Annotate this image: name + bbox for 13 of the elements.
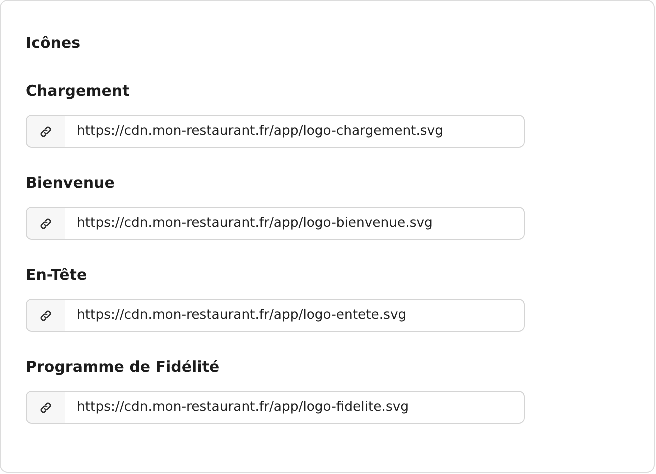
url-field[interactable]: https://cdn.mon-restaurant.fr/app/logo-entete.svg bbox=[26, 299, 525, 332]
url-field[interactable]: https://cdn.mon-restaurant.fr/app/logo-fidelite.svg bbox=[26, 391, 525, 424]
link-icon bbox=[40, 402, 52, 414]
link-icon bbox=[40, 218, 52, 230]
field-label: Bienvenue bbox=[26, 173, 116, 194]
field-label: Programme de Fidélité bbox=[26, 357, 221, 378]
link-icon bbox=[40, 310, 52, 322]
section-title: Icônes bbox=[26, 33, 82, 54]
field-label: Chargement bbox=[26, 81, 131, 102]
url-field[interactable]: https://cdn.mon-restaurant.fr/app/logo-chargement.svg bbox=[26, 115, 525, 148]
field-label: En-Tête bbox=[26, 265, 88, 286]
url-field[interactable]: https://cdn.mon-restaurant.fr/app/logo-bienvenue.svg bbox=[26, 207, 525, 240]
link-icon bbox=[40, 126, 52, 138]
